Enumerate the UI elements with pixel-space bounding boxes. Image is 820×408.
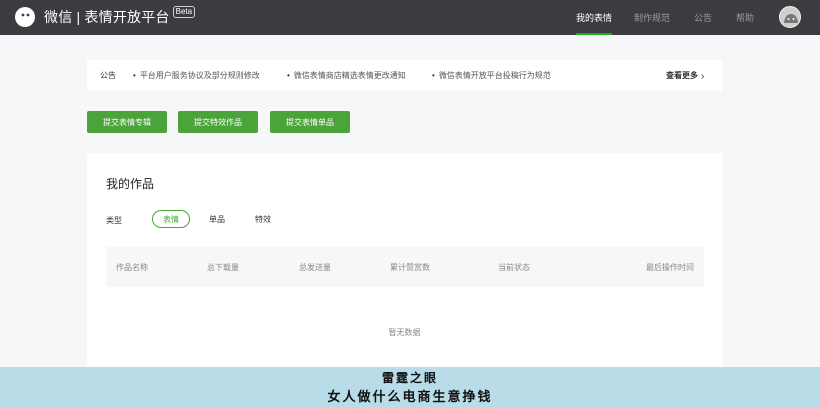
submit-effect-button[interactable]: 提交特效作品 [178,111,258,133]
beta-badge: Beta [172,6,196,18]
column-header: 作品名称 [116,263,148,272]
table-header: 作品名称 总下载量 总发送量 累计赞赏数 当前状态 最后操作时间 [106,247,704,287]
chevron-right-icon: › [701,71,705,82]
user-avatar-icon [780,7,800,27]
nav-my-stickers[interactable]: 我的表情 [576,0,613,35]
filter-label: 类型 [106,216,122,225]
top-header: 微信 | 表情开放平台 Beta 我的表情 制作规范 公告 帮助 [0,0,820,35]
avatar[interactable] [779,6,801,28]
filter-effect[interactable]: 特效 [249,210,277,228]
filter-single[interactable]: 单品 [203,210,231,228]
wechat-logo-icon [14,6,36,28]
column-header: 当前状态 [498,263,530,272]
caption-line-2: 女人做什么电商生意挣钱 [327,390,493,405]
column-header: 总下载量 [207,263,239,272]
page-title: 我的作品 [106,177,155,191]
caption-overlay: 雷霆之眼 女人做什么电商生意挣钱 [0,367,820,408]
notice-bar: 公告 平台用户服务协议及部分规则修改 微信表情商店精选表情更改通知 微信表情开放… [87,60,722,91]
notice-item[interactable]: 平台用户服务协议及部分规则修改 [133,70,260,81]
column-header: 最后操作时间 [646,263,694,272]
brand-title: 微信 | 表情开放平台 [44,9,170,25]
notice-item[interactable]: 微信表情开放平台投稿行为规范 [432,70,551,81]
submit-single-button[interactable]: 提交表情单品 [270,111,350,133]
logo[interactable]: 微信 | 表情开放平台 Beta [14,5,196,29]
submit-album-button[interactable]: 提交表情专辑 [87,111,167,133]
nav-announcements[interactable]: 公告 [694,0,712,35]
filter-stickers[interactable]: 表情 [152,210,190,228]
nav-guidelines[interactable]: 制作规范 [634,0,670,35]
column-header: 总发送量 [299,263,331,272]
view-more-link[interactable]: 查看更多 › [666,70,705,82]
view-more-label: 查看更多 [666,71,698,80]
nav-help[interactable]: 帮助 [736,0,754,35]
caption-line-1: 雷霆之眼 [381,371,438,385]
column-header: 累计赞赏数 [390,263,430,272]
notice-item[interactable]: 微信表情商店精选表情更改通知 [287,70,406,81]
empty-state: 暂无数据 [388,328,421,337]
notice-label: 公告 [100,71,116,80]
